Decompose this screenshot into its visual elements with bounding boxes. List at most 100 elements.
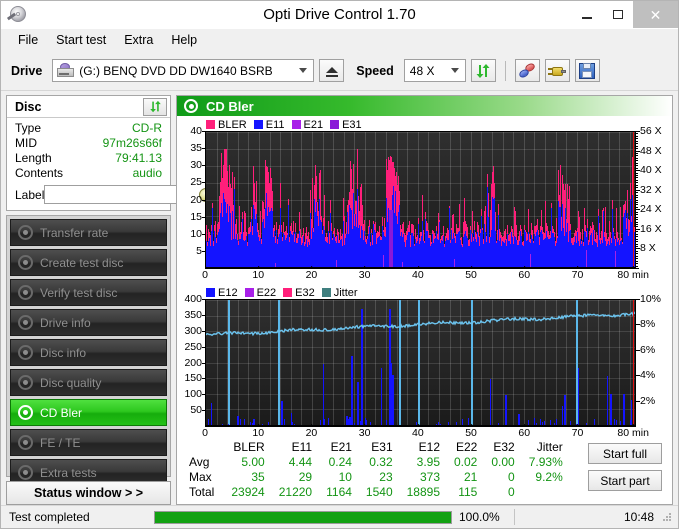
y2-tick: 10%	[635, 293, 662, 305]
sidebar-item-label: Create test disc	[40, 255, 124, 270]
status-message: Test completed	[9, 510, 90, 524]
disc-value: audio	[132, 166, 162, 180]
maximize-button[interactable]	[602, 1, 633, 28]
legend-item-e31: E31	[330, 119, 362, 131]
y2-tick: 56 X	[636, 125, 662, 137]
disc-icon	[18, 435, 33, 450]
y2-tick: 40 X	[636, 164, 662, 177]
disc-key: Contents	[15, 166, 64, 180]
disc-value: 79:41.13	[115, 151, 162, 165]
close-button[interactable]: ✕	[633, 1, 678, 28]
y-tick: 350	[184, 308, 205, 321]
x-tick: 70	[571, 424, 584, 439]
y-tick: 400	[184, 293, 205, 305]
x-tick: 50	[465, 424, 477, 439]
cell: 0.02	[454, 455, 478, 469]
cell: 35	[251, 470, 265, 484]
pill-icon	[518, 61, 537, 79]
disc-refresh-button[interactable]	[143, 97, 167, 116]
sidebar-item-fe-te[interactable]: FE / TE	[10, 429, 167, 456]
y-tick: 150	[184, 372, 205, 385]
disc-info-panel: Disc Type CD-R MID 97m26s66f Length 79:4…	[6, 95, 215, 211]
pill-button[interactable]	[514, 59, 540, 82]
sidebar-item-label: CD Bler	[40, 405, 83, 420]
menu-file[interactable]: File	[9, 31, 47, 49]
y-tick: 15	[190, 210, 205, 223]
sidebar-item-verify-test-disc[interactable]: Verify test disc	[10, 279, 167, 306]
sidebar-item-drive-info[interactable]: Drive info	[10, 309, 167, 336]
optical-drive-icon	[57, 63, 75, 78]
close-icon: ✕	[649, 6, 662, 23]
cell: 1164	[326, 485, 352, 499]
cell: 18895	[406, 485, 440, 499]
y2-ruler	[636, 299, 639, 426]
col-jitter: Jitter	[536, 440, 563, 454]
table-row: Max 35 29 10 23 373 21 0 9.2%	[187, 470, 570, 485]
row-label-total: Total	[189, 485, 215, 499]
end-marker	[633, 132, 634, 267]
x-tick: 0	[202, 424, 208, 439]
start-part-button[interactable]: Start part	[588, 470, 662, 491]
disc-icon	[18, 315, 33, 330]
menu-help[interactable]: Help	[162, 31, 206, 49]
drive-select[interactable]: (G:) BENQ DVD DD DW1640 BSRB	[52, 59, 315, 82]
sidebar-item-label: Drive info	[40, 315, 91, 330]
col-e12: E12	[418, 440, 440, 454]
x-tick: 80 min	[617, 266, 649, 281]
y2-tick: 4%	[635, 369, 656, 382]
cell: 373	[419, 470, 440, 484]
disc-row-contents: Contents audio	[15, 166, 162, 181]
disc-key: Type	[15, 121, 42, 135]
refresh-icon	[476, 63, 490, 78]
x-tick: 20	[305, 424, 318, 439]
disc-label-row: Label	[15, 184, 215, 205]
disc-panel-title: Disc	[15, 99, 42, 114]
menu-extra[interactable]: Extra	[115, 31, 162, 49]
x-tick: 70	[571, 266, 584, 281]
minimize-button[interactable]	[571, 1, 602, 28]
start-buttons: Start full Start part	[588, 440, 666, 500]
status-bar: Test completed 100.0% 10:48	[1, 505, 678, 528]
eject-button[interactable]	[319, 59, 345, 82]
disc-icon	[18, 285, 33, 300]
plug-button[interactable]	[544, 59, 570, 82]
sidebar-item-disc-info[interactable]: Disc info	[10, 339, 167, 366]
disc-key: Length	[15, 151, 52, 165]
menu-start-test[interactable]: Start test	[47, 31, 115, 49]
x-tick: 30	[358, 424, 371, 439]
y-tick: 35	[190, 142, 205, 155]
y-tick: 300	[184, 324, 205, 337]
disc-row-type: Type CD-R	[15, 121, 162, 136]
sidebar-item-label: Extra tests	[40, 465, 97, 480]
cell: 3.95	[416, 455, 440, 469]
refresh-button[interactable]	[470, 59, 496, 82]
sidebar-item-cd-bler[interactable]: CD Bler	[10, 399, 167, 426]
sidebar-item-transfer-rate[interactable]: Transfer rate	[10, 219, 167, 246]
save-button[interactable]	[574, 59, 600, 82]
chart-panel: CD Bler BLER E11 E21 E31 40 35 30 25 20 15 10 5…	[176, 95, 673, 505]
nav-panel: Transfer rate Create test disc Verify te…	[6, 215, 171, 486]
resize-grip[interactable]	[662, 512, 672, 522]
speed-select[interactable]: 48 X	[403, 59, 466, 82]
disc-icon	[18, 405, 33, 420]
y2-tick: 8 X	[636, 242, 656, 255]
toolbar: Drive (G:) BENQ DVD DD DW1640 BSRB Speed…	[1, 51, 678, 91]
y-tick: 5	[196, 244, 205, 257]
sidebar-item-disc-quality[interactable]: Disc quality	[10, 369, 167, 396]
y2-tick: 32 X	[636, 183, 662, 196]
col-e31: E31	[371, 440, 393, 454]
disc-label-input[interactable]	[44, 185, 195, 204]
x-tick: 60	[518, 424, 531, 439]
chart-bler-y-axis: 40 35 30 25 20 15 10 5	[180, 125, 205, 268]
status-window-button[interactable]: Status window > >	[6, 481, 171, 505]
start-full-button[interactable]: Start full	[588, 443, 662, 464]
sidebar-item-label: Disc quality	[40, 375, 102, 390]
status-divider	[514, 509, 515, 525]
sidebar-item-create-test-disc[interactable]: Create test disc	[10, 249, 167, 276]
legend-label: E31	[342, 118, 362, 131]
sidebar-item-label: Verify test disc	[40, 285, 118, 300]
title-bar: Opti Drive Control 1.70 ✕	[1, 1, 678, 29]
application-window: Opti Drive Control 1.70 ✕ File Start tes…	[0, 0, 679, 529]
disc-icon	[18, 225, 33, 240]
x-tick: 80 min	[617, 424, 649, 439]
